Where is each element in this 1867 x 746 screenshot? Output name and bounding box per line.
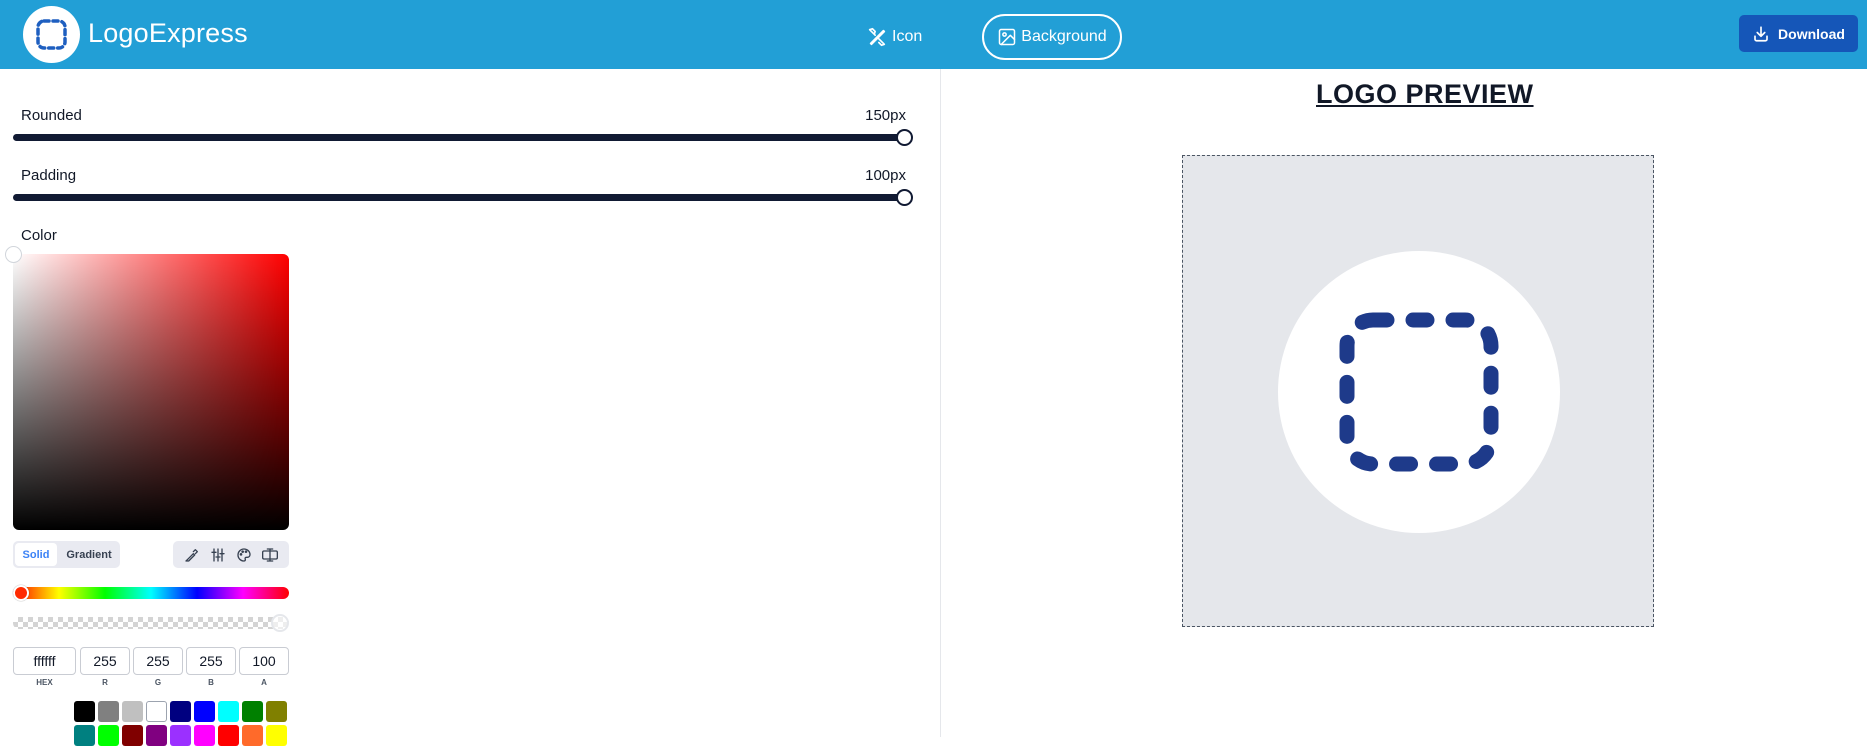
color-swatch[interactable]	[170, 725, 191, 746]
tab-icon[interactable]: Icon	[866, 15, 922, 59]
color-swatch[interactable]	[194, 701, 215, 722]
download-icon	[1754, 25, 1768, 42]
color-tools	[173, 541, 289, 568]
color-swatch[interactable]	[242, 725, 263, 746]
green-caption: G	[154, 678, 162, 687]
color-swatch[interactable]	[74, 701, 95, 722]
pen-ruler-icon	[868, 27, 886, 47]
color-swatch[interactable]	[218, 725, 239, 746]
eyedropper-icon[interactable]	[183, 546, 201, 564]
image-icon	[999, 28, 1016, 46]
logo-background-circle	[1278, 251, 1560, 533]
hue-slider-thumb[interactable]	[13, 585, 29, 601]
gradient-mode-button[interactable]: Gradient	[63, 543, 115, 566]
red-caption: R	[102, 678, 108, 687]
palette-icon[interactable]	[235, 546, 253, 564]
rounded-slider-thumb[interactable]	[896, 129, 913, 146]
rounded-slider-track[interactable]	[13, 134, 905, 141]
tab-background[interactable]: Background	[982, 14, 1122, 60]
color-swatch[interactable]	[122, 725, 143, 746]
logo-preview-canvas	[1182, 155, 1654, 627]
color-mode-toggle: Solid Gradient	[13, 541, 120, 568]
tab-icon-label: Icon	[892, 28, 923, 45]
rounded-value: 150px	[865, 107, 906, 124]
color-swatch[interactable]	[266, 701, 287, 722]
app-logo[interactable]	[23, 6, 80, 63]
color-swatch[interactable]	[194, 725, 215, 746]
padding-value: 100px	[865, 167, 906, 184]
alpha-input[interactable]: 100	[239, 647, 289, 675]
download-label: Download	[1778, 25, 1845, 42]
panel-divider	[940, 69, 941, 737]
rounded-label: Rounded	[21, 107, 82, 124]
alpha-caption: A	[261, 678, 267, 687]
hue-slider[interactable]	[13, 587, 289, 599]
download-button[interactable]: Download	[1739, 15, 1858, 52]
padding-label: Padding	[21, 167, 77, 184]
color-swatch[interactable]	[74, 725, 95, 746]
green-input[interactable]: 255	[133, 647, 183, 675]
hex-caption: HEX	[36, 678, 53, 687]
app-header: LogoExpress Icon Background Download	[0, 0, 1867, 69]
saturation-value-picker[interactable]	[13, 254, 289, 530]
dashed-square-icon	[1339, 312, 1499, 472]
red-input[interactable]: 255	[80, 647, 130, 675]
alpha-slider[interactable]	[13, 617, 289, 629]
color-label: Color	[21, 227, 57, 244]
dashed-square-icon	[36, 19, 67, 50]
advanced-icon[interactable]	[261, 546, 279, 564]
solid-mode-button[interactable]: Solid	[15, 543, 57, 566]
color-swatch[interactable]	[98, 725, 119, 746]
color-swatch[interactable]	[242, 701, 263, 722]
padding-slider-track[interactable]	[13, 194, 905, 201]
color-swatch[interactable]	[98, 701, 119, 722]
color-swatch[interactable]	[146, 701, 167, 722]
padding-slider-thumb[interactable]	[896, 189, 913, 206]
app-title: LogoExpress	[88, 18, 248, 48]
hex-input[interactable]: ffffff	[13, 647, 76, 675]
tab-background-label: Background	[1021, 28, 1107, 45]
color-swatch[interactable]	[266, 725, 287, 746]
color-swatch[interactable]	[146, 725, 167, 746]
preview-title: LOGO PREVIEW	[1316, 79, 1534, 109]
color-swatch[interactable]	[218, 701, 239, 722]
alpha-slider-thumb[interactable]	[271, 614, 289, 632]
blue-caption: B	[208, 678, 214, 687]
sliders-icon[interactable]	[209, 546, 227, 564]
saturation-value-handle[interactable]	[5, 246, 22, 263]
blue-input[interactable]: 255	[186, 647, 236, 675]
color-swatch[interactable]	[170, 701, 191, 722]
color-swatch[interactable]	[122, 701, 143, 722]
